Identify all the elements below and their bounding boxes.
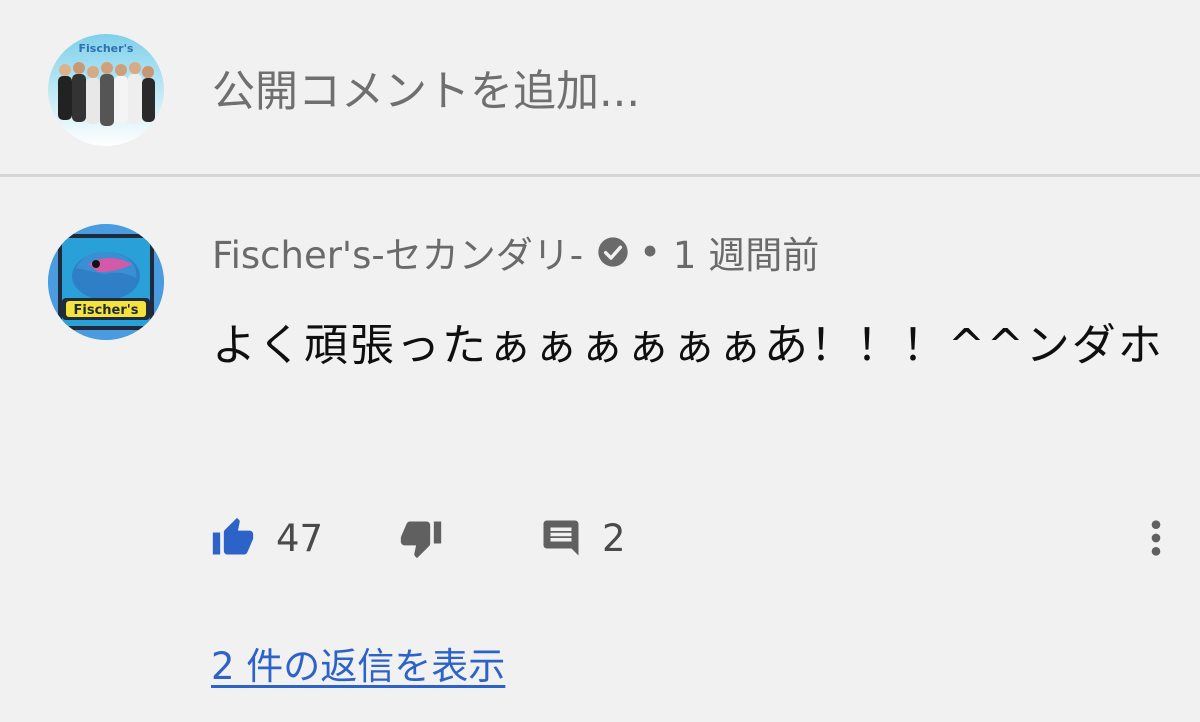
current-user-avatar: Fischer's [48, 34, 164, 146]
author-name[interactable]: Fischer's-セカンダリ- [212, 225, 583, 279]
reply-button[interactable]: 2 [540, 510, 626, 566]
comment-actions: 47 2 [0, 510, 1200, 570]
view-replies-link[interactable]: 2 件の返信を表示 [211, 636, 505, 690]
comment-composer: Fischer's [0, 0, 1200, 174]
comment-meta: Fischer's-セカンダリ- • 1 週間前 [212, 226, 819, 278]
author-avatar[interactable]: Fischer's [48, 224, 164, 340]
check-circle-icon [598, 237, 628, 267]
meta-separator: • [639, 230, 661, 274]
svg-text:Fischer's: Fischer's [79, 42, 134, 55]
comment-body: よく頑張ったぁぁぁぁぁぁあ！！！^^ンダホ [212, 320, 1164, 371]
like-button[interactable]: 47 [210, 510, 323, 566]
svg-text:Fischer's: Fischer's [74, 303, 139, 318]
dislike-button[interactable] [398, 510, 444, 566]
more-vert-icon [1151, 520, 1161, 556]
like-count: 47 [276, 516, 324, 560]
more-actions-button[interactable] [1136, 510, 1176, 566]
group-photo-image: Fischer's [58, 42, 155, 126]
thumbs-down-icon [400, 521, 442, 559]
dolphin-logo-image: Fischer's [48, 224, 164, 340]
comment-icon [543, 520, 579, 556]
add-comment-input[interactable] [212, 62, 1112, 122]
thumbs-up-icon [212, 517, 254, 555]
reply-count: 2 [602, 516, 626, 560]
divider [0, 174, 1200, 177]
comment-timestamp[interactable]: 1 週間前 [673, 225, 819, 279]
